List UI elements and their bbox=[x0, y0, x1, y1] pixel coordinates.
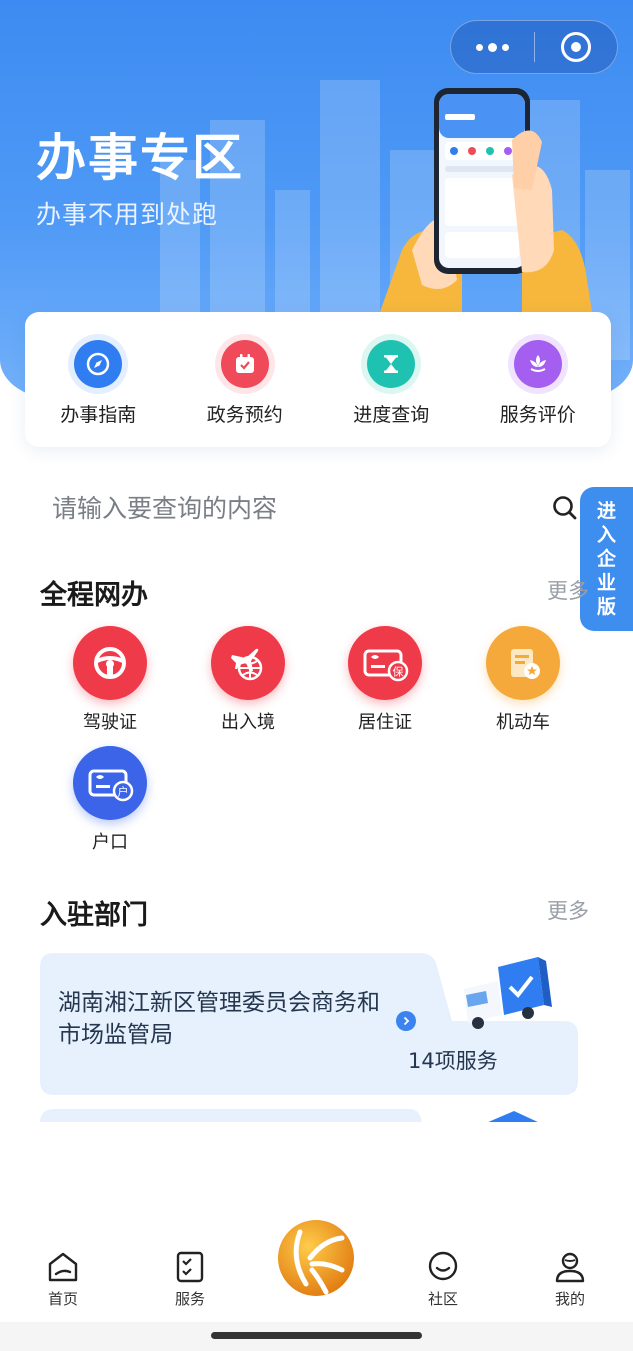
service-driver-license[interactable]: 驾驶证 bbox=[55, 626, 165, 734]
app-logo-icon bbox=[278, 1220, 354, 1296]
enterprise-tab-char: 入 bbox=[596, 524, 616, 546]
dept-section-more-link[interactable]: 更多 bbox=[547, 895, 589, 925]
quick-action-appointment[interactable]: 政务预约 bbox=[172, 312, 319, 447]
checklist-icon bbox=[176, 1251, 204, 1283]
tab-label: 首页 bbox=[47, 1290, 78, 1308]
department-card-partial[interactable] bbox=[40, 1108, 578, 1122]
tab-community[interactable]: 社区 bbox=[403, 1250, 483, 1309]
tab-services[interactable]: 服务 bbox=[150, 1250, 230, 1309]
chevron-right-icon bbox=[396, 1011, 416, 1031]
tab-profile[interactable]: 我的 bbox=[530, 1250, 610, 1309]
online-section-title: 全程网办 bbox=[40, 580, 148, 611]
tab-label: 服务 bbox=[174, 1290, 205, 1308]
quick-actions-card: 办事指南 政务预约 进度查询 服务评价 bbox=[25, 312, 611, 447]
enter-enterprise-edition-button[interactable]: 进 入 企 业 版 bbox=[580, 487, 633, 631]
vehicle-doc-icon bbox=[486, 626, 560, 700]
bottom-tab-bar: 首页 服务 社区 我的 bbox=[0, 1220, 633, 1322]
home-indicator[interactable] bbox=[211, 1332, 422, 1339]
service-label: 居住证 bbox=[358, 712, 412, 733]
user-icon bbox=[555, 1252, 585, 1283]
home-icon bbox=[48, 1252, 78, 1282]
service-label: 户口 bbox=[92, 832, 128, 853]
quick-action-progress[interactable]: 进度查询 bbox=[318, 312, 465, 447]
flower-icon bbox=[513, 340, 562, 388]
department-name: 湖南湘江新区管理委员会商务和市场监管局 bbox=[58, 990, 380, 1048]
phone-in-hand-illustration bbox=[380, 88, 592, 312]
service-label: 出入境 bbox=[221, 712, 275, 733]
service-label: 驾驶证 bbox=[83, 712, 137, 733]
compass-icon bbox=[74, 340, 123, 388]
quick-action-label: 办事指南 bbox=[60, 404, 137, 426]
hourglass-icon bbox=[367, 340, 416, 388]
home-indicator-area bbox=[0, 1322, 633, 1351]
tab-label: 社区 bbox=[427, 1290, 458, 1308]
tab-home[interactable]: 首页 bbox=[23, 1250, 103, 1309]
dept-section-title: 入驻部门 bbox=[40, 900, 148, 931]
search-bar bbox=[25, 478, 585, 538]
enterprise-tab-char: 版 bbox=[596, 596, 616, 618]
page-title: 办事专区 bbox=[36, 129, 244, 187]
service-motor-vehicle[interactable]: 机动车 bbox=[468, 626, 578, 734]
quick-action-label: 服务评价 bbox=[499, 404, 576, 426]
mini-program-capsule bbox=[450, 20, 618, 74]
service-residence-permit[interactable]: 保 居住证 bbox=[330, 626, 440, 734]
app-logo-button[interactable] bbox=[276, 1218, 356, 1298]
service-exit-entry[interactable]: 出入境 bbox=[193, 626, 303, 734]
quick-action-label: 政务预约 bbox=[206, 404, 283, 426]
department-service-count: 14项服务 bbox=[408, 1049, 498, 1073]
enterprise-tab-char: 进 bbox=[596, 500, 616, 522]
enterprise-tab-char: 企 bbox=[596, 548, 616, 570]
badge-text: 户 bbox=[118, 785, 129, 799]
department-card-partial-background bbox=[40, 1109, 538, 1122]
steering-wheel-icon bbox=[73, 626, 147, 700]
badge-text: 保 bbox=[393, 665, 404, 679]
page-subtitle: 办事不用到处跑 bbox=[36, 200, 219, 229]
enterprise-tab-char: 业 bbox=[596, 572, 616, 594]
quick-action-label: 进度查询 bbox=[353, 404, 430, 426]
chat-smile-icon bbox=[428, 1251, 458, 1281]
residence-card-icon: 保 bbox=[348, 626, 422, 700]
tab-label: 我的 bbox=[554, 1290, 585, 1308]
target-close-icon[interactable] bbox=[535, 20, 618, 74]
online-section-more-link[interactable]: 更多 bbox=[547, 575, 589, 605]
plane-globe-icon bbox=[211, 626, 285, 700]
search-icon[interactable] bbox=[545, 488, 585, 528]
quick-action-guide[interactable]: 办事指南 bbox=[25, 312, 172, 447]
delivery-truck-icon bbox=[464, 957, 552, 1029]
more-dots-icon[interactable] bbox=[451, 20, 534, 74]
calendar-check-icon bbox=[220, 340, 269, 388]
department-card[interactable]: 湖南湘江新区管理委员会商务和市场监管局 14项服务 bbox=[40, 953, 578, 1095]
service-label: 机动车 bbox=[496, 712, 550, 733]
quick-action-rating[interactable]: 服务评价 bbox=[465, 312, 612, 447]
service-household[interactable]: 户 户口 bbox=[55, 746, 165, 854]
search-input[interactable] bbox=[25, 493, 545, 523]
household-card-icon: 户 bbox=[73, 746, 147, 820]
